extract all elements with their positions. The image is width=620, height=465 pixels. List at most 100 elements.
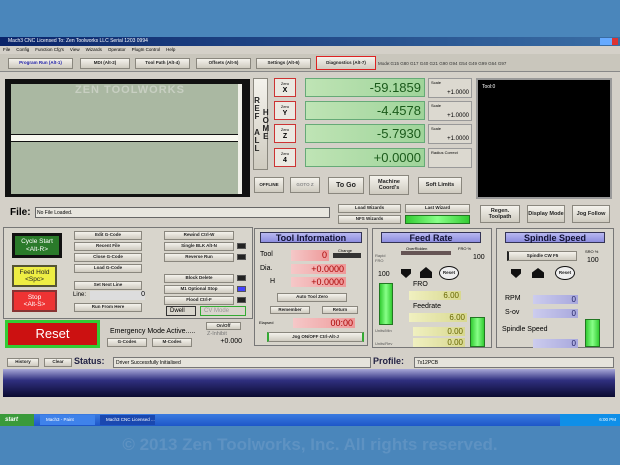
jog-follow-button[interactable]: Jog Follow (572, 205, 610, 223)
rapid-fro-bar[interactable] (379, 283, 393, 325)
menu-item[interactable]: Operator (108, 46, 126, 53)
last-wizard-button[interactable]: Last Wizard (405, 204, 470, 213)
feedrate-value[interactable]: 6.00 (409, 313, 467, 322)
fro-up-button[interactable] (420, 267, 432, 278)
fro-pct-value: 100 (473, 254, 485, 261)
menu-item[interactable]: Help (166, 46, 175, 53)
clear-button[interactable]: Clear (44, 358, 72, 367)
menu-item[interactable]: Function Cfg's (35, 46, 64, 53)
display-mode-button[interactable]: Display Mode (527, 205, 565, 223)
menu-item[interactable]: Config (16, 46, 29, 53)
tool-height[interactable]: +0.0000 (291, 277, 346, 287)
menu-item[interactable]: PlugIn Control (132, 46, 161, 53)
sro-reset-button[interactable]: Reset (555, 266, 575, 280)
dro-x[interactable]: -59.1859 (305, 78, 425, 97)
zero-x-button[interactable]: Zero X (274, 78, 296, 97)
spindle-speed-bar[interactable] (585, 319, 600, 347)
taskbar-item[interactable]: Mach3 - Paint (40, 415, 95, 425)
close-gcode-button[interactable]: Close G-Code (74, 253, 142, 262)
z-inhibit-value[interactable]: +0.000 (200, 338, 242, 347)
z-inhibit-onoff-button[interactable]: On/Off (206, 322, 241, 330)
block-delete-button[interactable]: Block Delete (164, 274, 234, 283)
load-wizards-button[interactable]: Load Wizards (338, 204, 401, 213)
tab-settings[interactable]: Settings (Alt-6) (256, 58, 311, 69)
line-value[interactable]: 0 (90, 291, 145, 300)
tool-number[interactable]: 0 (291, 250, 329, 261)
auto-tool-zero-button[interactable]: Auto Tool Zero (277, 293, 347, 302)
dro-4[interactable]: +0.0000 (305, 148, 425, 167)
zero-y-button[interactable]: Zero Y (274, 101, 296, 120)
fro-value[interactable]: 6.00 (409, 291, 461, 300)
soft-limits-button[interactable]: Soft Limits (418, 177, 462, 194)
feedrate-bar[interactable] (470, 317, 485, 347)
regen-toolpath-button[interactable]: Regen. Toolpath (480, 205, 520, 223)
cycle-start-button[interactable]: Cycle Start <Alt-R> (12, 233, 62, 258)
edit-gcode-button[interactable]: Edit G-Code (74, 231, 142, 240)
reset-button[interactable]: Reset (5, 320, 100, 348)
fro-label: FRO (413, 281, 428, 288)
ref-all-home-button[interactable]: REF ALL HOME (253, 78, 270, 170)
gcode-display[interactable]: ZEN TOOLWORKS (5, 79, 250, 197)
reverse-run-button[interactable]: Reverse Run (164, 253, 234, 262)
units-min-value: 0.00 (413, 327, 465, 336)
sro-up-button[interactable] (532, 268, 544, 278)
zero-z-button[interactable]: Zero Z (274, 124, 296, 143)
scale-4[interactable]: Radius Correct (428, 148, 472, 168)
single-block-led (237, 243, 246, 249)
toolpath-display[interactable]: Tool:0 (476, 78, 612, 199)
menu-item[interactable]: View (70, 46, 80, 53)
gcode-scrollbar[interactable] (238, 84, 242, 194)
menu-item[interactable]: Wizards (86, 46, 102, 53)
taskbar-item[interactable]: Mach3 CNC Licensed ... (100, 415, 155, 425)
tab-mdi[interactable]: MDI (Alt-2) (80, 58, 130, 69)
rpm-label: RPM (505, 295, 521, 302)
fro-pct-label: FRO % (458, 246, 472, 251)
flood-button[interactable]: Flood Ctrl-F (164, 296, 234, 305)
dro-y[interactable]: -4.4578 (305, 101, 425, 120)
to-go-button[interactable]: To Go (328, 177, 364, 194)
spindle-cw-button[interactable]: Spindle CW F5 (507, 251, 577, 261)
start-button[interactable]: start (0, 414, 34, 426)
goto-z-button[interactable]: GOTO Z (290, 177, 320, 193)
history-button[interactable]: History (7, 358, 39, 367)
tab-offsets[interactable]: Offsets (Alt-5) (196, 58, 251, 69)
return-button[interactable]: Return (322, 306, 358, 314)
tab-diagnostics[interactable]: Diagnostics (Alt-7) (316, 56, 376, 70)
offline-button[interactable]: OFFLINE (254, 177, 284, 193)
feed-rate-title: Feed Rate (381, 232, 481, 243)
m1-optional-stop-button[interactable]: M1 Optional Stop (164, 285, 234, 294)
recent-file-button[interactable]: Recent File (74, 242, 142, 251)
dro-z[interactable]: -5.7930 (305, 124, 425, 143)
sro-down-button[interactable] (511, 269, 521, 278)
feed-rate-panel: Feed Rate OverRidden FRO % 100 Rapid FRO… (372, 228, 492, 348)
tab-tool-path[interactable]: Tool Path (Alt-4) (135, 58, 190, 69)
spindle-speed-value[interactable]: 0 (533, 339, 578, 348)
file-label: File: (10, 207, 31, 218)
rewind-button[interactable]: Rewind Ctrl-W (164, 231, 234, 240)
nfs-wizards-button[interactable]: NFS Wizards (338, 215, 401, 224)
scale-label: Scale (431, 103, 442, 108)
run-from-here-button[interactable]: Run From Here (74, 303, 142, 312)
gcodes-button[interactable]: G-Codes (107, 338, 147, 347)
machine-coords-button[interactable]: Machine Coord's (369, 175, 409, 195)
set-next-line-button[interactable]: Set Next Line (74, 281, 142, 290)
remember-button[interactable]: Remember (270, 306, 310, 314)
file-field[interactable]: No File Loaded. (35, 207, 330, 218)
mcodes-button[interactable]: M-Codes (152, 338, 192, 347)
tab-program-run[interactable]: Program Run (Alt-1) (8, 58, 73, 69)
menu-item[interactable]: File (3, 46, 10, 53)
zero-label: Zero (280, 81, 290, 86)
jog-onoff-button[interactable]: Jog ON/OFF Ctrl-Alt-J (267, 332, 364, 342)
load-gcode-button[interactable]: Load G-Code (74, 264, 142, 273)
tool-diameter[interactable]: +0.0000 (291, 264, 346, 274)
single-block-button[interactable]: Single BLK Alt-N (164, 242, 234, 251)
fro-reset-button[interactable]: Reset (439, 266, 459, 280)
menu-bar: File Config Function Cfg's View Wizards Opera… (0, 46, 620, 53)
stop-button[interactable]: Stop <Alt-S> (12, 290, 57, 312)
feed-hold-button[interactable]: Feed Hold <Spc> (12, 265, 57, 287)
units-rev-value: 0.00 (413, 338, 465, 347)
window-controls[interactable] (600, 38, 618, 45)
fro-down-button[interactable] (401, 269, 411, 278)
zero-4-button[interactable]: Zero 4 (274, 148, 296, 167)
block-delete-led (237, 275, 246, 281)
